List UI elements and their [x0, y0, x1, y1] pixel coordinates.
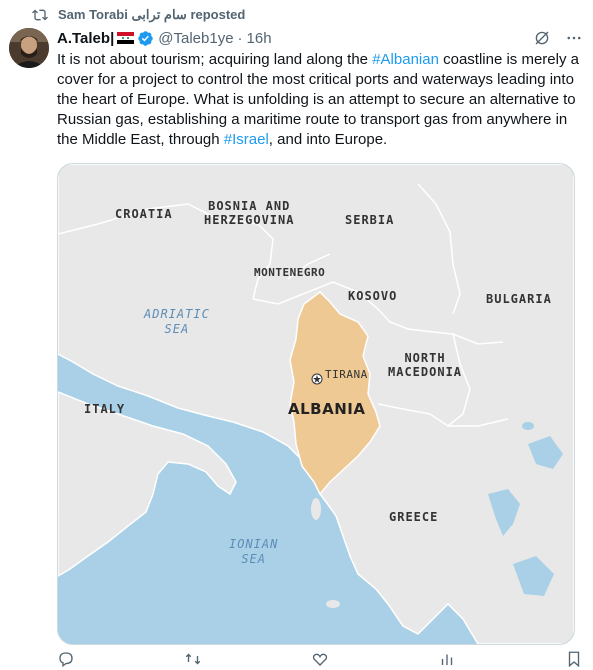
map-image[interactable]: CROATIA BOSNIA AND HERZEGOVINA SERBIA MO… [57, 163, 575, 645]
tweet-header: A.Taleb| @Taleb1ye · 16h [57, 29, 583, 47]
repost-label: Sam Torabi سام ترابی reposted [58, 7, 246, 22]
label-albania: ALBANIA [288, 400, 366, 418]
tweet-actions [57, 650, 583, 670]
label-bosnia-line-2: HERZEGOVINA [204, 213, 295, 227]
corfu-island [311, 498, 321, 520]
hashtag-albanian[interactable]: #Albanian [372, 51, 439, 68]
label-montenegro: MONTENEGRO [254, 266, 326, 279]
author-handle[interactable]: @Taleb1ye [158, 30, 233, 47]
avatar[interactable] [9, 28, 49, 68]
label-adriatic-line-2: SEA [164, 322, 190, 336]
label-greece: GREECE [389, 510, 439, 524]
grok-icon[interactable] [533, 29, 551, 47]
lake [522, 422, 534, 430]
bookmark-icon[interactable] [565, 650, 583, 668]
tweet-text-part-1: It is not about tourism; acquiring land … [57, 51, 373, 68]
label-ionian-line-1: IONIAN [229, 537, 279, 551]
label-kosovo: KOSOVO [348, 289, 398, 303]
hashtag-israel[interactable]: #Israel [224, 131, 269, 148]
label-ionian-line-2: SEA [241, 552, 267, 566]
label-north-macedonia-line-1: NORTH [404, 351, 446, 365]
more-options-icon[interactable] [565, 29, 583, 47]
repost-action-icon[interactable] [184, 650, 202, 668]
label-north-macedonia-line-2: MACEDONIA [388, 365, 463, 379]
author-name[interactable]: A.Taleb| [57, 30, 114, 47]
separator-dot: · [237, 29, 243, 47]
tweet-text: It is not about tourism; acquiring land … [57, 50, 582, 150]
label-bulgaria: BULGARIA [486, 292, 552, 306]
label-adriatic-sea: ADRIATIC SEA [144, 307, 210, 337]
label-bosnia: BOSNIA AND HERZEGOVINA [204, 199, 294, 227]
reply-icon[interactable] [57, 650, 75, 668]
label-bosnia-line-1: BOSNIA AND [208, 199, 291, 213]
island [352, 555, 364, 563]
label-north-macedonia: NORTH MACEDONIA [388, 351, 462, 379]
like-icon[interactable] [311, 650, 329, 668]
label-adriatic-line-1: ADRIATIC [144, 307, 210, 321]
views-icon[interactable] [438, 650, 456, 668]
tweet-time[interactable]: 16h [247, 30, 272, 47]
label-serbia: SERBIA [345, 213, 395, 227]
repost-icon [32, 9, 48, 21]
tweet-text-part-3: , and into Europe. [268, 131, 388, 148]
label-italy: ITALY [84, 402, 126, 416]
label-croatia: CROATIA [115, 207, 173, 221]
syria-flag [117, 32, 135, 44]
verified-badge-icon [138, 30, 154, 46]
label-tirana: TIRANA [325, 368, 368, 381]
repost-indicator[interactable]: Sam Torabi سام ترابی reposted [32, 7, 245, 23]
label-ionian-sea: IONIAN SEA [229, 537, 278, 567]
island [326, 600, 340, 608]
